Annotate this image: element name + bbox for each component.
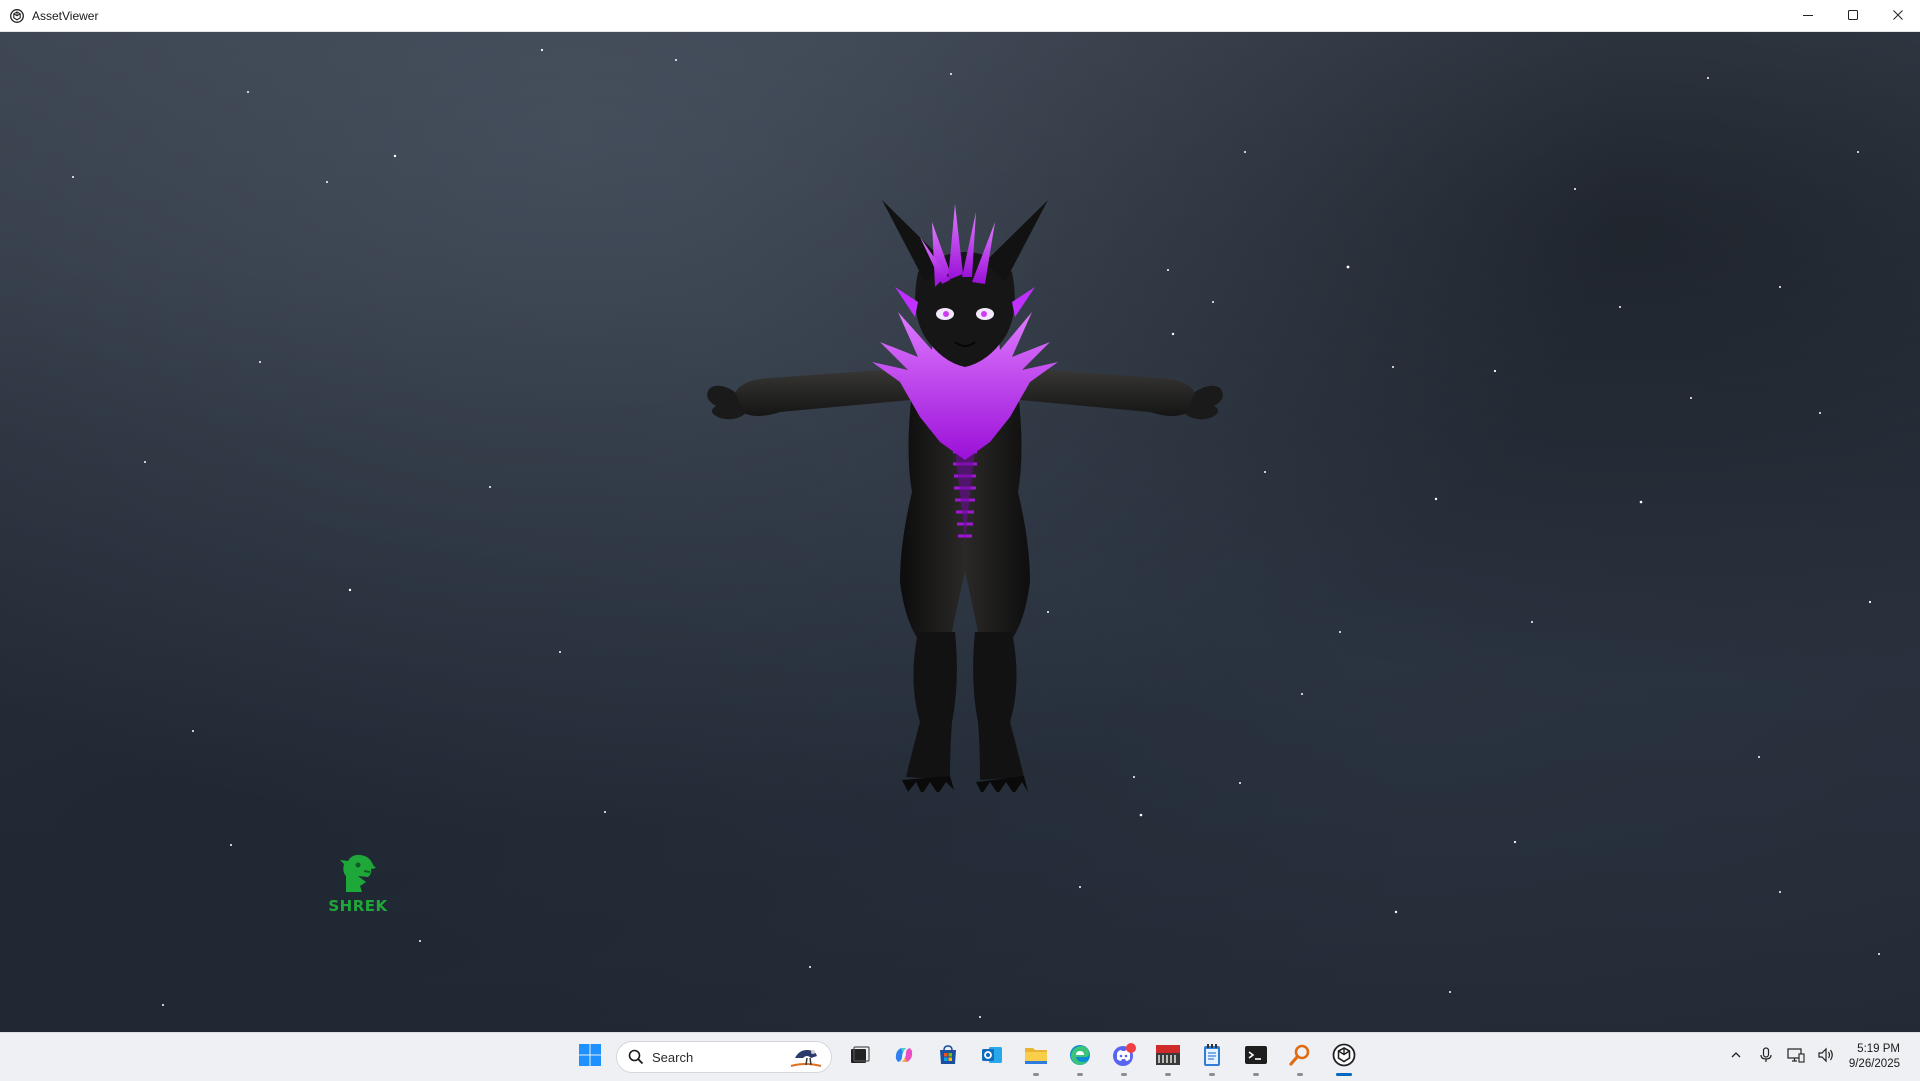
running-indicator	[1077, 1073, 1083, 1076]
close-icon	[1892, 7, 1903, 25]
edge-icon	[1068, 1043, 1092, 1072]
volume-button[interactable]	[1811, 1037, 1841, 1077]
maximize-button[interactable]	[1830, 0, 1875, 31]
dragon-avatar-model[interactable]	[650, 192, 1280, 792]
store-icon	[937, 1044, 959, 1071]
minimize-button[interactable]	[1785, 0, 1830, 31]
taskbar-app-microsoft-store[interactable]	[928, 1037, 968, 1077]
active-indicator	[1336, 1073, 1352, 1076]
watermark-text: SHREK	[328, 897, 388, 915]
running-indicator	[1209, 1073, 1215, 1076]
taskbar-app-search-tool[interactable]	[1280, 1037, 1320, 1077]
taskbar-app-terminal[interactable]	[1236, 1037, 1276, 1077]
shrek-watermark: SHREK	[318, 852, 398, 915]
assetviewer-window: AssetViewer SHREK	[0, 0, 1920, 1032]
taskbar-app-notepad[interactable]	[1192, 1037, 1232, 1077]
terminal-icon	[1244, 1044, 1268, 1071]
close-button[interactable]	[1875, 0, 1920, 31]
volume-icon	[1817, 1047, 1835, 1068]
taskbar-clock[interactable]: 5:19 PM 9/26/2025	[1849, 1042, 1900, 1072]
task-view-icon	[849, 1044, 871, 1071]
system-tray: 5:19 PM 9/26/2025	[1721, 1033, 1920, 1081]
taskbar-app-edge[interactable]	[1060, 1037, 1100, 1077]
windows-start-icon	[579, 1043, 601, 1071]
taskbar-app-discord[interactable]	[1104, 1037, 1144, 1077]
running-indicator	[1165, 1073, 1171, 1076]
chevron-up-icon	[1730, 1048, 1742, 1066]
search-icon	[628, 1049, 644, 1065]
taskbar-search-box[interactable]: Search	[616, 1041, 832, 1073]
microphone-icon	[1759, 1046, 1773, 1068]
folder-icon	[1024, 1044, 1048, 1071]
network-button[interactable]	[1781, 1037, 1811, 1077]
magnifier-icon	[1288, 1043, 1312, 1072]
network-icon	[1787, 1047, 1805, 1068]
running-indicator	[1253, 1073, 1259, 1076]
running-indicator	[1297, 1073, 1303, 1076]
microphone-button[interactable]	[1751, 1037, 1781, 1077]
taskbar-app-outlook[interactable]	[972, 1037, 1012, 1077]
clock-time: 5:19 PM	[1857, 1043, 1900, 1055]
clock-date: 9/26/2025	[1848, 1058, 1900, 1070]
taskbar-app-assetviewer[interactable]	[1324, 1037, 1364, 1077]
copilot-icon	[892, 1043, 916, 1072]
3d-viewport[interactable]: SHREK	[0, 32, 1920, 1032]
search-placeholder: Search	[652, 1049, 694, 1065]
taskbar: Search 5:19 PM 9/26/2025	[0, 1032, 1920, 1081]
taskbar-apps: Search	[568, 1033, 1366, 1081]
taskbar-app-task-view[interactable]	[840, 1037, 880, 1077]
discord-icon	[1111, 1042, 1137, 1072]
shrek-logo-icon	[336, 854, 380, 898]
voicemeeter-icon	[1155, 1043, 1181, 1072]
notepad-icon	[1201, 1043, 1223, 1072]
start-button[interactable]	[570, 1037, 610, 1077]
show-hidden-icons-button[interactable]	[1721, 1037, 1751, 1077]
title-bar[interactable]: AssetViewer	[0, 0, 1920, 32]
assetviewer-icon	[1332, 1043, 1356, 1072]
window-controls	[1785, 0, 1920, 31]
maximize-icon	[1847, 7, 1858, 25]
assetviewer-icon	[9, 8, 25, 24]
outlook-icon	[980, 1043, 1004, 1072]
taskbar-app-file-explorer[interactable]	[1016, 1037, 1056, 1077]
window-title: AssetViewer	[32, 8, 99, 23]
minimize-icon	[1802, 7, 1813, 25]
running-indicator	[1121, 1073, 1127, 1076]
taskbar-app-voicemeeter[interactable]	[1148, 1037, 1188, 1077]
running-indicator	[1033, 1073, 1039, 1076]
taskbar-app-copilot[interactable]	[884, 1037, 924, 1077]
search-highlight-icon	[785, 1044, 825, 1075]
